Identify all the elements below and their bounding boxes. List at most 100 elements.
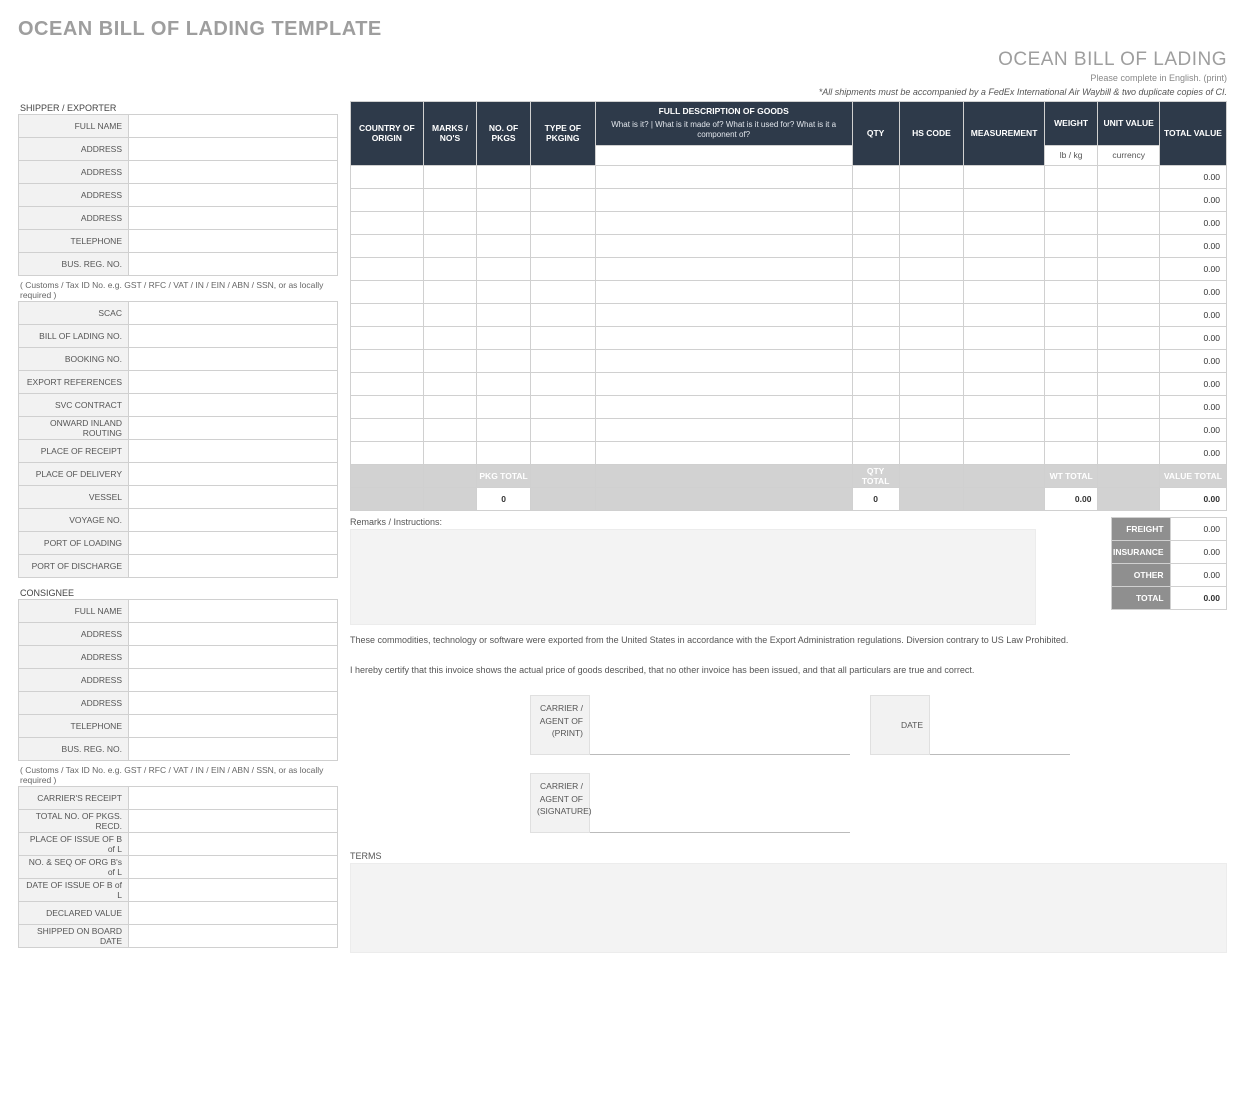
- goods-cell[interactable]: [1044, 303, 1098, 326]
- goods-cell[interactable]: [852, 165, 899, 188]
- goods-cell[interactable]: [477, 372, 531, 395]
- goods-cell[interactable]: [1044, 280, 1098, 303]
- goods-cell[interactable]: [477, 234, 531, 257]
- kv-value[interactable]: [129, 207, 338, 230]
- goods-cell[interactable]: [964, 418, 1044, 441]
- goods-cell[interactable]: [1044, 349, 1098, 372]
- goods-cell[interactable]: [351, 441, 424, 464]
- goods-cell[interactable]: [530, 303, 595, 326]
- goods-cell[interactable]: [964, 395, 1044, 418]
- kv-value[interactable]: [129, 230, 338, 253]
- goods-cell[interactable]: [351, 349, 424, 372]
- goods-cell[interactable]: [530, 188, 595, 211]
- kv-value[interactable]: [129, 810, 338, 833]
- goods-cell[interactable]: [1044, 257, 1098, 280]
- goods-cell[interactable]: [964, 372, 1044, 395]
- goods-cell[interactable]: [1098, 372, 1159, 395]
- goods-cell[interactable]: [1044, 418, 1098, 441]
- kv-value[interactable]: [129, 394, 338, 417]
- goods-cell[interactable]: [351, 165, 424, 188]
- kv-value[interactable]: [129, 509, 338, 532]
- goods-cell[interactable]: [852, 441, 899, 464]
- goods-cell[interactable]: [1098, 211, 1159, 234]
- goods-cell[interactable]: [852, 372, 899, 395]
- kv-value[interactable]: [129, 623, 338, 646]
- kv-value[interactable]: [129, 532, 338, 555]
- goods-cell[interactable]: [1044, 234, 1098, 257]
- goods-cell[interactable]: [351, 418, 424, 441]
- goods-cell[interactable]: [477, 418, 531, 441]
- goods-cell[interactable]: [899, 418, 964, 441]
- goods-cell[interactable]: [477, 257, 531, 280]
- kv-value[interactable]: [129, 669, 338, 692]
- goods-cell[interactable]: [423, 234, 477, 257]
- goods-cell[interactable]: [423, 326, 477, 349]
- goods-cell[interactable]: [423, 280, 477, 303]
- goods-cell[interactable]: [852, 303, 899, 326]
- goods-cell[interactable]: [899, 395, 964, 418]
- kv-value[interactable]: [129, 856, 338, 879]
- goods-cell[interactable]: [964, 188, 1044, 211]
- goods-cell[interactable]: [477, 303, 531, 326]
- goods-cell[interactable]: [351, 257, 424, 280]
- goods-cell[interactable]: [852, 211, 899, 234]
- goods-cell[interactable]: [423, 372, 477, 395]
- goods-cell[interactable]: [595, 372, 852, 395]
- goods-cell[interactable]: [595, 418, 852, 441]
- kv-value[interactable]: [129, 371, 338, 394]
- goods-cell[interactable]: [530, 257, 595, 280]
- goods-cell[interactable]: [423, 418, 477, 441]
- goods-cell[interactable]: [964, 257, 1044, 280]
- goods-cell[interactable]: [964, 165, 1044, 188]
- goods-cell[interactable]: [1098, 188, 1159, 211]
- goods-cell[interactable]: [852, 280, 899, 303]
- goods-cell[interactable]: [1098, 441, 1159, 464]
- goods-cell[interactable]: [351, 326, 424, 349]
- goods-cell[interactable]: [1098, 303, 1159, 326]
- kv-value[interactable]: [129, 738, 338, 761]
- goods-cell[interactable]: [899, 303, 964, 326]
- goods-cell[interactable]: [477, 326, 531, 349]
- goods-cell[interactable]: [351, 372, 424, 395]
- goods-cell[interactable]: [423, 257, 477, 280]
- goods-cell[interactable]: [1098, 326, 1159, 349]
- kv-value[interactable]: [129, 692, 338, 715]
- carrier-sign-field[interactable]: [590, 773, 850, 833]
- goods-cell[interactable]: [899, 188, 964, 211]
- goods-cell[interactable]: [1044, 372, 1098, 395]
- goods-cell[interactable]: [595, 326, 852, 349]
- remarks-box[interactable]: [350, 529, 1036, 625]
- date-field[interactable]: [930, 695, 1070, 755]
- goods-cell[interactable]: [899, 211, 964, 234]
- goods-cell[interactable]: [351, 234, 424, 257]
- kv-value[interactable]: [129, 715, 338, 738]
- kv-value[interactable]: [129, 138, 338, 161]
- goods-cell[interactable]: [595, 395, 852, 418]
- goods-cell[interactable]: [530, 395, 595, 418]
- goods-cell[interactable]: [1098, 165, 1159, 188]
- kv-value[interactable]: [129, 879, 338, 902]
- goods-cell[interactable]: [1098, 349, 1159, 372]
- goods-cell[interactable]: [477, 441, 531, 464]
- goods-cell[interactable]: [477, 349, 531, 372]
- goods-cell[interactable]: [852, 234, 899, 257]
- kv-value[interactable]: [129, 600, 338, 623]
- goods-cell[interactable]: [1044, 395, 1098, 418]
- goods-cell[interactable]: [595, 349, 852, 372]
- goods-cell[interactable]: [477, 188, 531, 211]
- goods-cell[interactable]: [964, 211, 1044, 234]
- goods-cell[interactable]: [595, 303, 852, 326]
- goods-cell[interactable]: [477, 211, 531, 234]
- goods-cell[interactable]: [964, 303, 1044, 326]
- goods-cell[interactable]: [351, 211, 424, 234]
- kv-value[interactable]: [129, 833, 338, 856]
- goods-cell[interactable]: [530, 326, 595, 349]
- goods-cell[interactable]: [595, 280, 852, 303]
- goods-cell[interactable]: [899, 165, 964, 188]
- kv-value[interactable]: [129, 787, 338, 810]
- goods-cell[interactable]: [899, 349, 964, 372]
- kv-value[interactable]: [129, 486, 338, 509]
- goods-cell[interactable]: [899, 326, 964, 349]
- goods-cell[interactable]: [852, 418, 899, 441]
- kv-value[interactable]: [129, 302, 338, 325]
